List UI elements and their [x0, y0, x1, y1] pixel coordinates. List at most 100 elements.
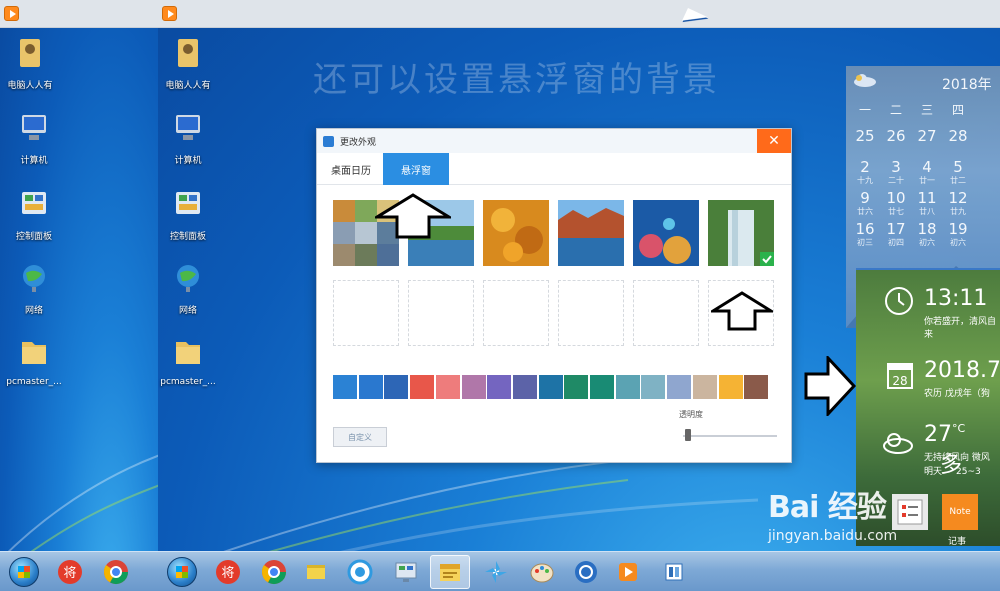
color-swatch[interactable] [590, 375, 614, 399]
calendar-date-icon: 28 [887, 363, 913, 389]
taskbar-app-player[interactable] [610, 555, 646, 589]
desktop-icon-label: 网络 [178, 306, 197, 316]
thumbnail-coral-reef[interactable] [633, 200, 699, 266]
start-button[interactable] [164, 555, 200, 589]
taskbar-app-tool[interactable] [656, 555, 692, 589]
taskbar-app-sticky[interactable] [298, 555, 334, 589]
taskbar-app-calendar-active[interactable] [430, 555, 470, 589]
calendar-day[interactable]: 5 廿二 [939, 159, 977, 186]
folder-icon [22, 342, 46, 364]
taskbar-app-media-center[interactable] [568, 555, 604, 589]
folder-user-icon [178, 39, 198, 67]
desktop-icon-computer[interactable]: 计算机 [158, 110, 218, 166]
up-arrow-icon [375, 193, 451, 239]
color-swatch[interactable] [358, 375, 383, 399]
folder-user-icon [20, 39, 40, 67]
desktop-icon-computer[interactable]: 计算机 [4, 110, 64, 166]
color-swatch[interactable] [538, 375, 563, 399]
date-value: 2018.7 [924, 358, 1000, 383]
thumbnail-autumn-leaves[interactable] [483, 200, 549, 266]
dialog-titlebar: 更改外观 ✕ [317, 129, 791, 153]
taskbar-main: 将 [158, 551, 1000, 591]
calendar-day[interactable]: 19 初六 [939, 221, 977, 248]
calendar-day[interactable]: 28 [939, 128, 977, 144]
tab-floating-window[interactable]: 悬浮窗 [383, 153, 449, 185]
media-player-icon [619, 563, 637, 581]
chrome-icon [103, 560, 128, 585]
windows-start-icon [167, 557, 197, 587]
change-appearance-dialog: 更改外观 ✕ 桌面日历 悬浮窗 自定义 透明度 [316, 128, 792, 463]
taskbar-app-browser[interactable] [342, 555, 378, 589]
empty-slot[interactable] [483, 280, 549, 346]
taskbar-app-flower[interactable] [478, 555, 514, 589]
control-panel-icon [22, 192, 46, 214]
desktop-icon-network[interactable]: 网络 [158, 260, 218, 316]
cloud-icon [883, 433, 913, 454]
list-tile[interactable] [892, 494, 928, 530]
desktop-icon-network[interactable]: 网络 [4, 260, 64, 316]
opacity-slider-handle[interactable] [684, 429, 691, 441]
svg-text:28: 28 [892, 374, 907, 388]
control-panel-icon [176, 192, 200, 214]
app-icon [323, 135, 334, 147]
clock-icon [885, 287, 913, 315]
taskbar-app-chrome[interactable] [98, 555, 134, 589]
desktop-icon-label: 控制面板 [15, 232, 52, 242]
desktop-icon-pcmaster[interactable]: pcmaster_... [158, 334, 218, 387]
thumbnail-red-rocks-sea[interactable] [558, 200, 624, 266]
start-button[interactable] [6, 555, 42, 589]
taskbar-app-general[interactable]: 将 [210, 555, 246, 589]
close-button[interactable]: ✕ [757, 129, 791, 153]
color-swatch[interactable] [718, 375, 743, 399]
color-swatch[interactable] [641, 375, 666, 399]
desktop-icon-user-folder[interactable]: 电脑人人有 [0, 35, 60, 91]
color-swatch[interactable] [692, 375, 717, 399]
color-swatch[interactable] [435, 375, 460, 399]
thumbnail-waterfall[interactable] [708, 200, 774, 266]
desktop-icon-label: 控制面板 [169, 232, 206, 242]
calendar-day[interactable]: 12 廿九 [939, 190, 977, 217]
tab-desktop-calendar[interactable]: 桌面日历 [317, 153, 385, 185]
red-rocks-sea-image [558, 200, 624, 266]
opacity-slider-track[interactable] [683, 435, 777, 437]
taskbar-app-paint[interactable] [524, 555, 560, 589]
time-caption: 你若盛开，清风自来 [924, 317, 997, 340]
floating-widget-panel: 2018年 一二三四 25 26 27 28 2 十九 3 二十 4 廿一 5 廿二 9 廿六 10 廿七 11 廿… [846, 66, 1000, 546]
desktop-icon-control-panel[interactable]: 控制面板 [158, 186, 218, 242]
taskbar-app-chrome[interactable] [256, 555, 292, 589]
color-swatch[interactable] [487, 375, 512, 399]
taskbar-app-general[interactable]: 将 [52, 555, 88, 589]
desktop-icon-control-panel[interactable]: 控制面板 [4, 186, 64, 242]
color-swatch[interactable] [615, 375, 640, 399]
empty-slot[interactable] [333, 280, 399, 346]
desktop-icon-label: 计算机 [174, 156, 202, 166]
color-swatch[interactable] [333, 375, 357, 399]
taskbar-left: 将 [0, 551, 158, 591]
color-swatch[interactable] [667, 375, 692, 399]
color-swatch[interactable] [461, 375, 486, 399]
right-arrow-icon [804, 356, 856, 416]
media-center-icon [575, 561, 597, 583]
time-row: 13:11 你若盛开，清风自来 [856, 280, 1000, 340]
color-swatch[interactable] [384, 375, 409, 399]
empty-slot[interactable] [558, 280, 624, 346]
color-swatch[interactable] [512, 375, 537, 399]
color-swatch[interactable] [564, 375, 589, 399]
custom-button[interactable]: 自定义 [333, 427, 387, 447]
checklist-icon [897, 499, 923, 525]
desktop-icon-pcmaster[interactable]: pcmaster_... [4, 334, 64, 387]
note-tile[interactable]: Note [942, 494, 978, 530]
up-arrow-icon [711, 291, 773, 331]
desktop-icon-user-folder[interactable]: 电脑人人有 [158, 35, 218, 91]
tomorrow-range: 25~3 [956, 467, 981, 477]
color-swatch[interactable] [744, 375, 769, 399]
date-row: 28 2018.7 农历 戊戌年（狗 [856, 354, 1000, 404]
calendar-weekday: 四 [951, 103, 964, 117]
color-swatch[interactable] [410, 375, 435, 399]
coral-reef-image [633, 200, 699, 266]
empty-slot[interactable] [408, 280, 474, 346]
empty-slot[interactable] [633, 280, 699, 346]
taskbar-app-monitor[interactable] [388, 555, 424, 589]
weather-row: 27°C多 无持续风向 微风 明天 25~3 [856, 418, 1000, 478]
desktop-icon-label: pcmaster_... [6, 377, 62, 387]
